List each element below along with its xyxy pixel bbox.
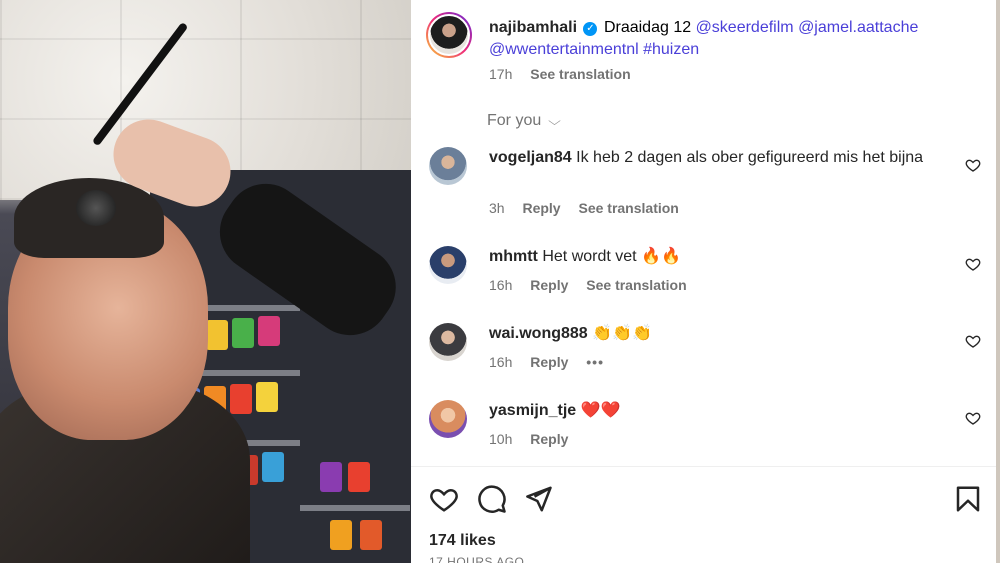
post-action-bar (429, 484, 989, 514)
more-options-icon[interactable]: ••• (586, 354, 604, 370)
comment-see-translation[interactable]: See translation (586, 277, 686, 293)
chevron-down-icon: ⌵ (547, 114, 561, 128)
comment-like-heart-icon[interactable] (965, 333, 981, 349)
post-caption: najibamhali ✓ Draaidag 12 @skeerdefilm @… (489, 17, 959, 61)
photo-snack (348, 462, 370, 492)
photo-snack (262, 452, 284, 482)
caption-time: 17h (489, 66, 513, 82)
comment-meta: 3h Reply See translation (489, 200, 693, 216)
mention-link[interactable]: @wwentertainmentnl (489, 41, 639, 58)
caption-see-translation[interactable]: See translation (530, 66, 630, 82)
bookmark-icon[interactable] (953, 484, 983, 514)
author-avatar-image (428, 14, 470, 56)
hashtag-link[interactable]: #huizen (643, 41, 699, 58)
comment-time: 16h (489, 277, 513, 293)
comment-text: Het wordt vet 🔥🔥 (542, 248, 681, 265)
comment-body: yasmijn_tje ❤️❤️ (489, 400, 939, 422)
author-username[interactable]: najibamhali (489, 19, 577, 36)
comment-avatar[interactable] (429, 400, 467, 438)
photo-snack (230, 384, 252, 414)
comment-time: 16h (489, 354, 513, 370)
comment-reply-button[interactable]: Reply (530, 354, 568, 370)
comment-meta: 10h Reply (489, 431, 582, 447)
post-photo[interactable] (0, 0, 411, 563)
comment-avatar[interactable] (429, 147, 467, 185)
verified-badge-icon: ✓ (583, 22, 598, 36)
like-count[interactable]: 174 likes (429, 532, 496, 550)
photo-snack (206, 320, 228, 350)
comment-avatar[interactable] (429, 246, 467, 284)
comment-avatar[interactable] (429, 323, 467, 361)
comment-filter-dropdown[interactable]: For you ⌵ (487, 112, 561, 130)
heart-icon[interactable] (429, 484, 459, 514)
comment-username[interactable]: wai.wong888 (489, 325, 588, 342)
photo-snack (360, 520, 382, 550)
comment-reply-button[interactable]: Reply (530, 277, 568, 293)
comment-like-heart-icon[interactable] (965, 157, 981, 173)
comment-like-heart-icon[interactable] (965, 410, 981, 426)
comments-panel: najibamhali ✓ Draaidag 12 @skeerdefilm @… (411, 0, 1000, 563)
caption-text: Draaidag 12 (603, 19, 692, 36)
comment-meta: 16h Reply ••• (489, 354, 618, 370)
background-edge (996, 0, 1000, 563)
comment-see-translation[interactable]: See translation (578, 200, 678, 216)
photo-snack (330, 520, 352, 550)
comment-username[interactable]: vogeljan84 (489, 149, 572, 166)
comment-body: vogeljan84 Ik heb 2 dagen als ober gefig… (489, 147, 939, 169)
share-icon[interactable] (523, 484, 553, 514)
comment-username[interactable]: yasmijn_tje (489, 402, 576, 419)
actions-divider (411, 466, 1000, 467)
comment-text: ❤️❤️ (580, 402, 621, 419)
comment-time: 10h (489, 431, 513, 447)
comment-username[interactable]: mhmtt (489, 248, 538, 265)
photo-shelf (300, 505, 410, 511)
comment-icon[interactable] (477, 484, 507, 514)
comment-filter-label: For you (487, 112, 542, 129)
comment-reply-button[interactable]: Reply (530, 431, 568, 447)
photo-snack (256, 382, 278, 412)
photo-snack (232, 318, 254, 348)
post-timestamp: 17 HOURS AGO (429, 555, 525, 563)
comment-reply-button[interactable]: Reply (522, 200, 560, 216)
comment-meta: 16h Reply See translation (489, 277, 701, 293)
mention-link[interactable]: @jamel.aattache (798, 19, 918, 36)
caption-meta: 17h See translation (489, 66, 645, 82)
comment-time: 3h (489, 200, 505, 216)
comment-text: 👏👏👏 (592, 325, 652, 342)
comment-text: Ik heb 2 dagen als ober gefigureerd mis … (576, 149, 924, 166)
comment-like-heart-icon[interactable] (965, 256, 981, 272)
comment-body: wai.wong888 👏👏👏 (489, 323, 939, 345)
photo-snack (258, 316, 280, 346)
mention-link[interactable]: @skeerdefilm (696, 19, 794, 36)
author-avatar[interactable] (426, 12, 472, 58)
comment-body: mhmtt Het wordt vet 🔥🔥 (489, 246, 939, 268)
photo-snack (320, 462, 342, 492)
photo-brush-head (76, 190, 116, 226)
